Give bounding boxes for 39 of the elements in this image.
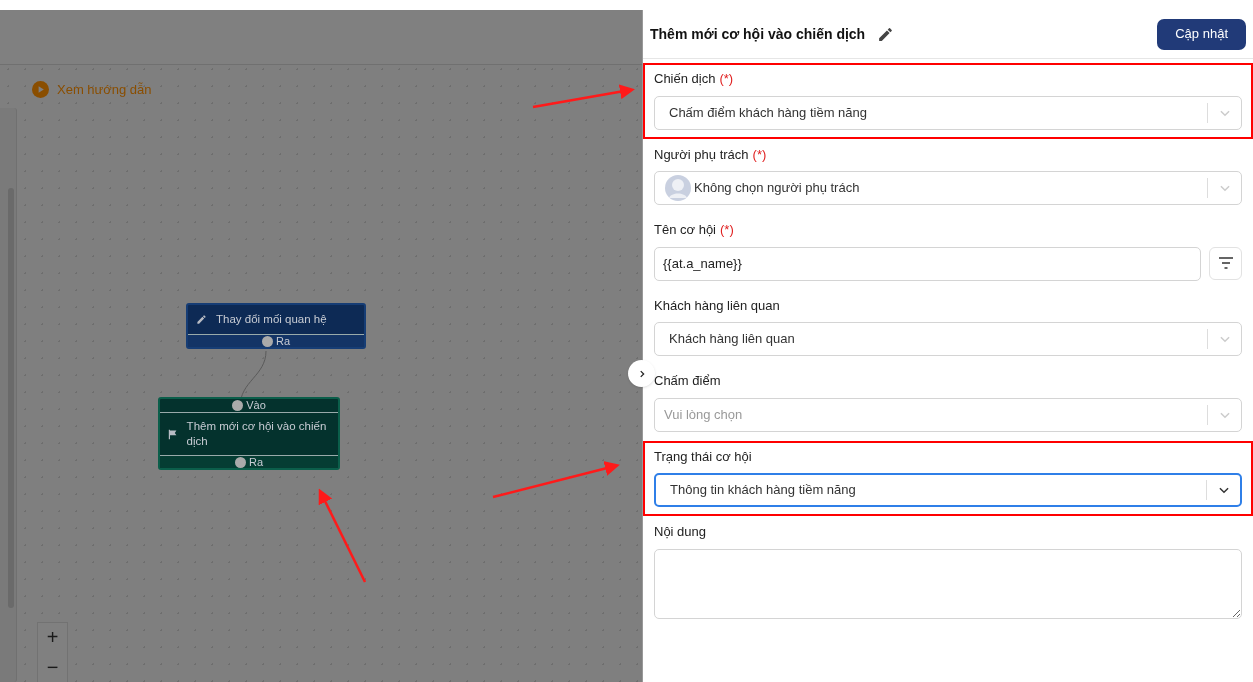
zoom-in-button[interactable]: + <box>46 626 59 648</box>
filter-icon <box>1217 257 1234 269</box>
zoom-out-button[interactable]: − <box>46 656 59 678</box>
node-title: Thêm mới cơ hội vào chiến dịch <box>186 419 328 449</box>
avatar-icon <box>664 174 692 202</box>
node-title: Thay đổi mối quan hệ <box>216 312 327 327</box>
required-mark: (*) <box>752 145 767 164</box>
field-label: Chấm điểm <box>654 372 721 390</box>
field-label: Nội dung <box>654 523 707 541</box>
field-label: Người phụ trách <box>654 145 749 164</box>
field-label: Khách hàng liên quan <box>654 296 780 315</box>
field-label: Trạng thái cơ hội <box>654 447 752 466</box>
flow-node[interactable]: Vào Thêm mới cơ hội vào chiến dịch Ra <box>158 397 340 470</box>
required-mark: (*) <box>720 221 734 239</box>
field-label: Tên cơ hội <box>654 221 716 239</box>
edit-icon[interactable] <box>877 25 895 43</box>
select-field[interactable]: Khách hàng liên quan <box>654 322 1242 356</box>
required-mark: (*) <box>719 70 734 88</box>
port-label: Vào <box>246 398 266 414</box>
select-placeholder: Vui lòng chọn <box>664 405 744 424</box>
select-value: Thông tin khách hàng tiềm năng <box>669 481 857 500</box>
flag-icon <box>168 428 178 440</box>
pencil-icon <box>196 314 207 325</box>
port-label: Ra <box>275 333 291 349</box>
update-button[interactable]: Cập nhật <box>1157 18 1246 50</box>
panel-title: Thêm mới cơ hội vào chiến dịch <box>650 24 866 44</box>
select-value: Chấm điểm khách hàng tiềm năng <box>668 103 868 122</box>
select-field[interactable]: Không chọn người phụ trách <box>654 171 1242 205</box>
input-field[interactable]: {{at.a_name}} <box>654 246 1201 281</box>
field-label: Chiến dịch <box>654 70 716 88</box>
port-label: Ra <box>248 454 264 470</box>
play-icon <box>32 81 49 99</box>
filter-button[interactable] <box>1209 246 1242 280</box>
collapse-button[interactable] <box>628 360 655 387</box>
select-value: Không chọn người phụ trách <box>694 179 861 198</box>
select-field[interactable]: Chấm điểm khách hàng tiềm năng <box>654 95 1242 130</box>
select-value: Khách hàng liên quan <box>668 330 796 349</box>
flow-node[interactable]: Thay đổi mối quan hệ Ra <box>186 303 366 349</box>
select-field[interactable]: Thông tin khách hàng tiềm năng <box>654 473 1242 507</box>
